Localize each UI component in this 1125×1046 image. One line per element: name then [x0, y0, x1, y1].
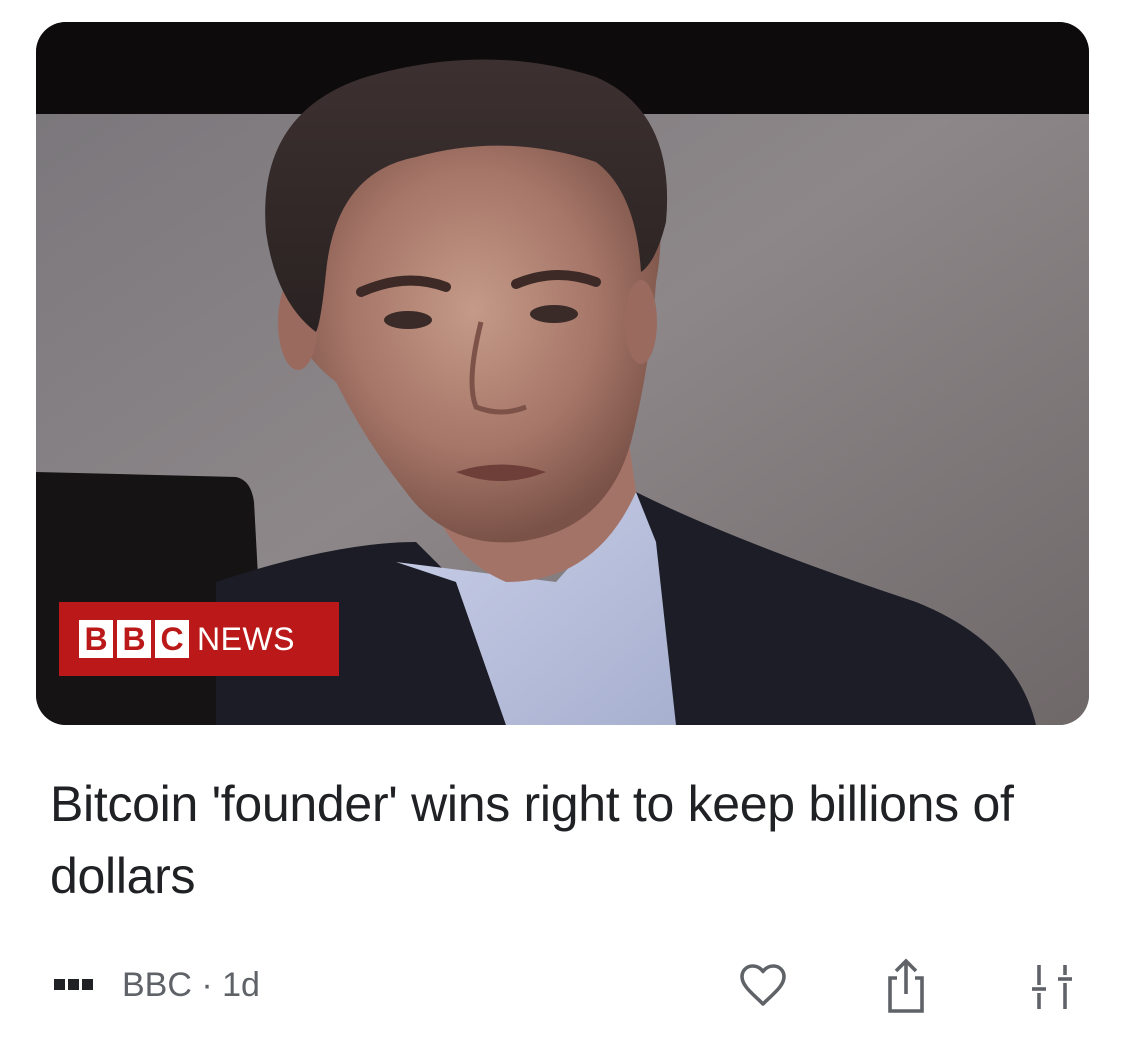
- share-icon[interactable]: [878, 958, 934, 1014]
- tune-icon[interactable]: [1024, 958, 1080, 1014]
- news-card[interactable]: B B C NEWS Bitcoin 'founder' wins right …: [0, 0, 1125, 1046]
- bbc-logo-news: NEWS: [197, 620, 295, 657]
- bbc-logo-letter: B: [79, 620, 113, 658]
- bbc-logo-letter: C: [155, 620, 189, 658]
- bbc-logo-letter: B: [117, 620, 151, 658]
- article-image[interactable]: B B C NEWS: [36, 22, 1089, 725]
- article-meta-row: BBC · 1d: [50, 958, 1080, 1014]
- source-and-time: BBC · 1d: [122, 966, 260, 1004]
- publisher-logo-icon: [54, 979, 93, 990]
- heart-outline-icon[interactable]: [735, 958, 791, 1014]
- bbc-news-logo: B B C NEWS: [59, 602, 339, 676]
- article-headline[interactable]: Bitcoin 'founder' wins right to keep bil…: [50, 768, 1050, 912]
